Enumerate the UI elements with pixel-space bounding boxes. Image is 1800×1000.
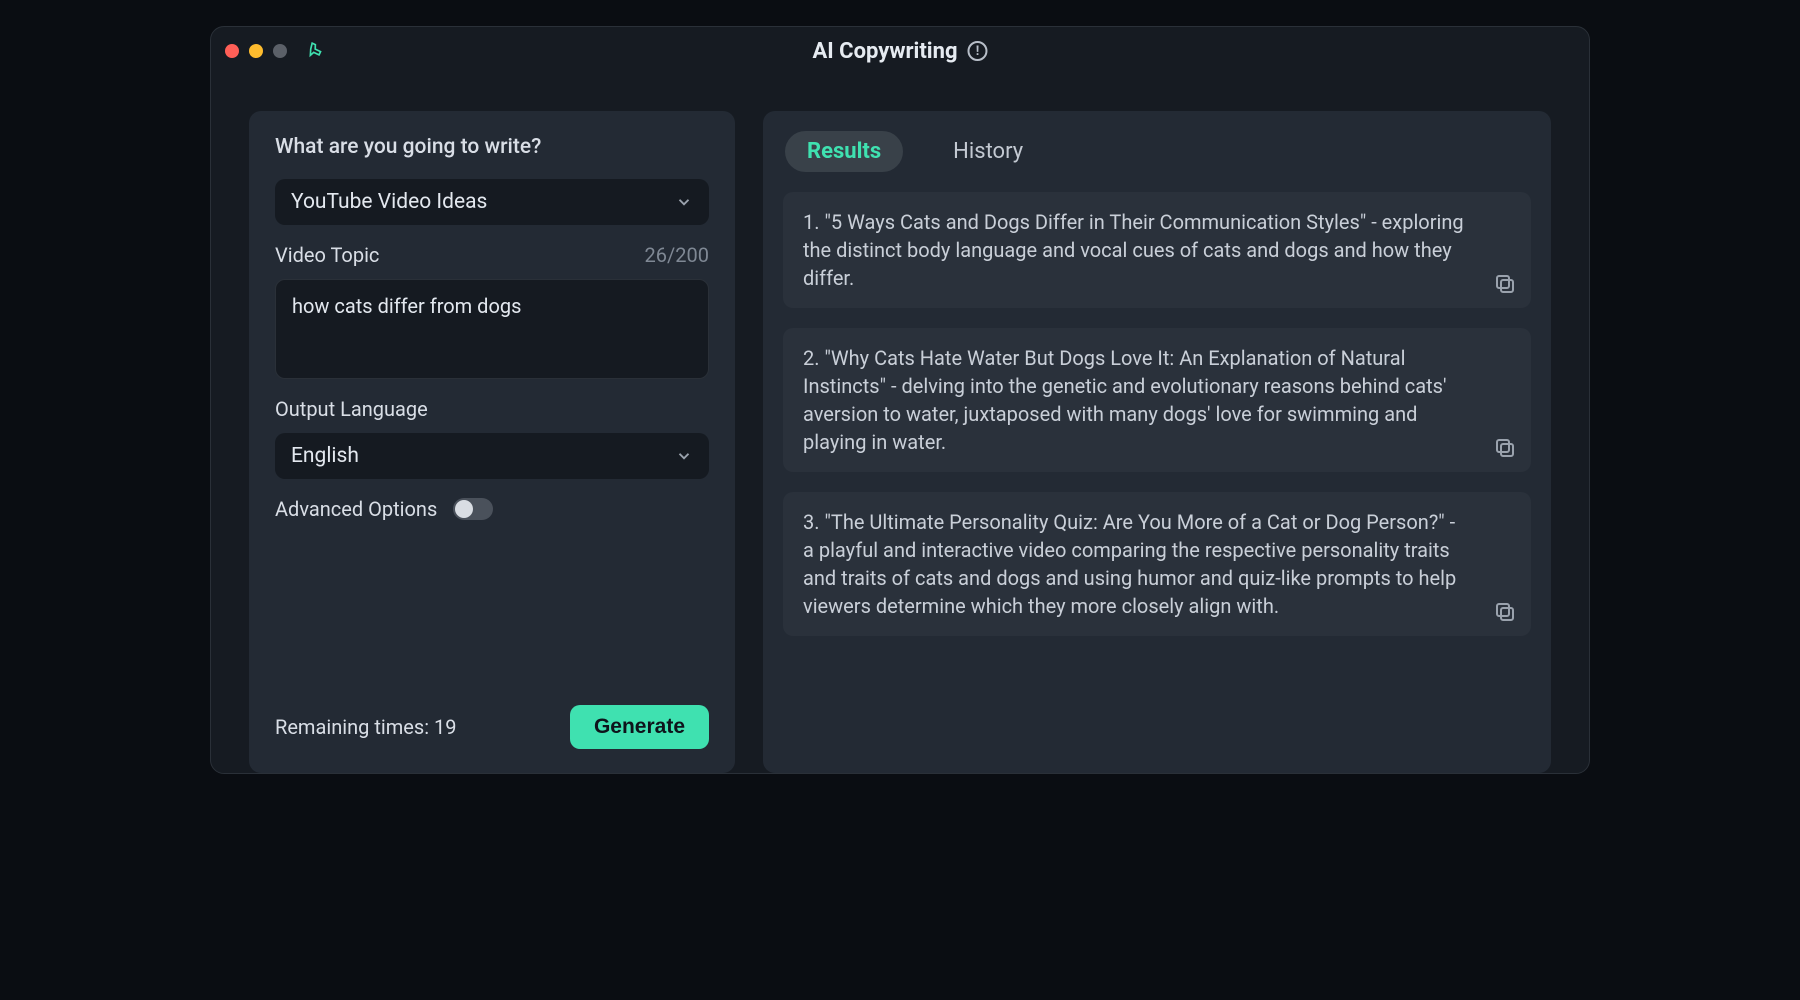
copy-icon[interactable] — [1493, 436, 1517, 460]
topic-label: Video Topic — [275, 243, 379, 267]
language-label: Output Language — [275, 397, 428, 421]
result-text: 1. "5 Ways Cats and Dogs Differ in Their… — [803, 210, 1464, 290]
prompt-label: What are you going to write? — [275, 135, 709, 159]
language-select[interactable]: English — [275, 433, 709, 479]
page-title: AI Copywriting — [812, 39, 957, 64]
content-area: What are you going to write? YouTube Vid… — [211, 75, 1589, 773]
generate-button[interactable]: Generate — [570, 705, 709, 749]
remaining-count: Remaining times: 19 — [275, 715, 457, 739]
input-panel: What are you going to write? YouTube Vid… — [249, 111, 735, 773]
result-text: 3. "The Ultimate Personality Quiz: Are Y… — [803, 510, 1456, 618]
template-select-value: YouTube Video Ideas — [291, 190, 487, 214]
app-window: AI Copywriting ! What are you going to w… — [210, 26, 1590, 774]
pin-icon[interactable] — [305, 41, 325, 61]
tab-results[interactable]: Results — [785, 131, 903, 172]
output-panel: Results History 1. "5 Ways Cats and Dogs… — [763, 111, 1551, 773]
results-list: 1. "5 Ways Cats and Dogs Differ in Their… — [783, 192, 1531, 773]
language-select-value: English — [291, 444, 359, 468]
maximize-window-button[interactable] — [273, 44, 287, 58]
minimize-window-button[interactable] — [249, 44, 263, 58]
output-tabs: Results History — [783, 131, 1531, 172]
advanced-options-toggle[interactable] — [453, 498, 493, 520]
result-card: 1. "5 Ways Cats and Dogs Differ in Their… — [783, 192, 1531, 308]
titlebar: AI Copywriting ! — [211, 27, 1589, 75]
copy-icon[interactable] — [1493, 600, 1517, 624]
topic-char-count: 26/200 — [645, 243, 709, 267]
toggle-knob — [455, 500, 473, 518]
chevron-down-icon — [675, 193, 693, 211]
info-icon[interactable]: ! — [968, 41, 988, 61]
result-card: 2. "Why Cats Hate Water But Dogs Love It… — [783, 328, 1531, 472]
result-text: 2. "Why Cats Hate Water But Dogs Love It… — [803, 346, 1447, 454]
close-window-button[interactable] — [225, 44, 239, 58]
advanced-options-label: Advanced Options — [275, 497, 437, 521]
topic-input[interactable] — [275, 279, 709, 379]
copy-icon[interactable] — [1493, 272, 1517, 296]
tab-history[interactable]: History — [931, 131, 1045, 172]
result-card: 3. "The Ultimate Personality Quiz: Are Y… — [783, 492, 1531, 636]
window-controls — [225, 44, 287, 58]
template-select[interactable]: YouTube Video Ideas — [275, 179, 709, 225]
chevron-down-icon — [675, 447, 693, 465]
